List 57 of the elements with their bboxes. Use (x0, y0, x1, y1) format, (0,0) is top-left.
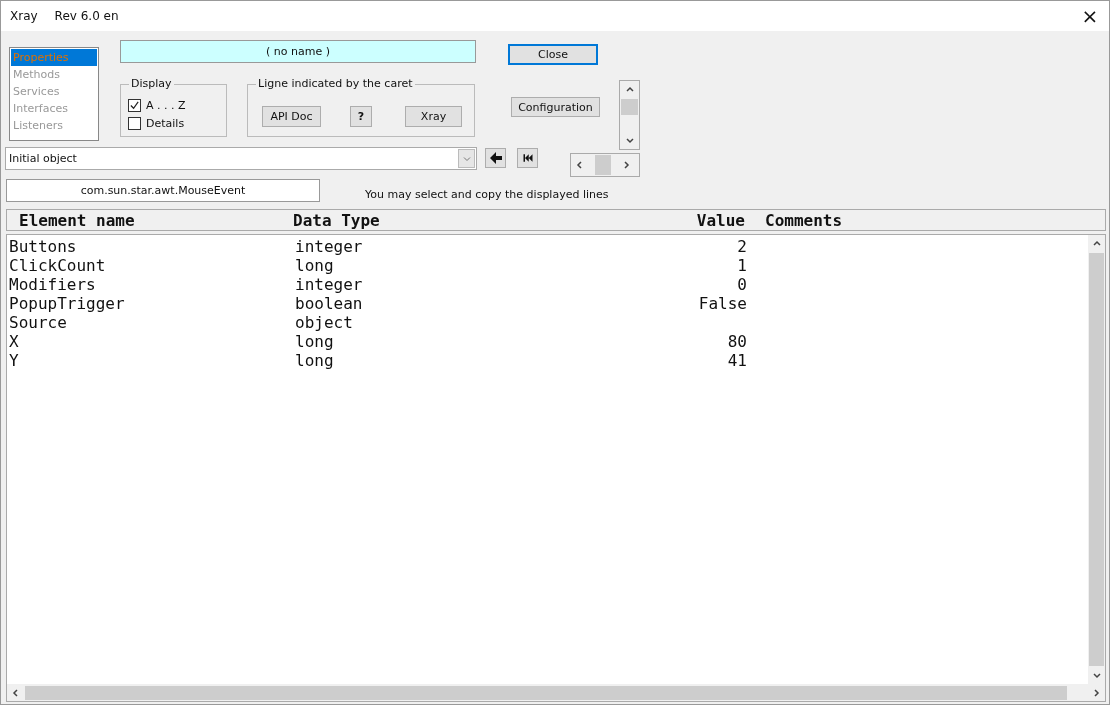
xray-button[interactable]: Xray (405, 106, 462, 127)
table-cell-text: Buttons (9, 237, 78, 256)
table-cell-text: Y (9, 351, 20, 370)
help-button[interactable]: ? (350, 106, 372, 127)
api-doc-button[interactable]: API Doc (262, 106, 321, 127)
configuration-button[interactable]: Configuration (511, 97, 600, 117)
scroll-thumb[interactable] (621, 99, 638, 115)
table-cell-text: object (295, 313, 354, 332)
checkbox-label: A . . . Z (146, 98, 186, 112)
type-name-field: com.sun.star.awt.MouseEvent (6, 179, 320, 202)
table-cell-text: 2 (736, 237, 747, 256)
checkbox[interactable] (128, 98, 141, 112)
back-arrow-button[interactable] (485, 148, 506, 168)
table-cell-text: long (295, 256, 335, 275)
group-label: Ligne indicated by the caret (256, 77, 415, 90)
table-cell-text: long (295, 351, 335, 370)
table-cell-text: 0 (736, 275, 747, 294)
skip-to-start-icon (521, 152, 534, 164)
scroll-thumb[interactable] (1089, 253, 1104, 666)
horizontal-scrollbar[interactable] (6, 684, 1106, 702)
first-button[interactable] (517, 148, 538, 168)
table-cell-text: boolean (295, 294, 364, 313)
table-cell-text: Modifiers (9, 275, 97, 294)
scroll-thumb[interactable] (595, 155, 611, 175)
checkbox-label: Details (146, 116, 185, 130)
table-cell-text: Source (9, 313, 68, 332)
table-cell-text: X (9, 332, 20, 351)
table-cell-text: integer (295, 237, 364, 256)
column-header: Data Type (293, 210, 381, 230)
close-icon[interactable]: × (1075, 4, 1105, 28)
chevron-right-icon[interactable] (1091, 687, 1101, 698)
table-cell-text: False (697, 294, 747, 313)
close-button[interactable]: Close (508, 44, 598, 65)
group-label: Display (129, 77, 174, 90)
column-header: Comments (765, 210, 843, 230)
table-cell-text: integer (295, 275, 364, 294)
chevron-left-icon[interactable] (11, 687, 21, 698)
chevron-right-icon[interactable] (621, 160, 631, 170)
table-cell-text: ClickCount (9, 256, 107, 275)
chevron-down-icon[interactable] (1091, 670, 1102, 680)
checkbox[interactable] (128, 116, 141, 130)
object-dropdown[interactable]: Initial object (5, 147, 477, 170)
window-title: Xray (10, 9, 38, 23)
table-cell-text: 1 (736, 256, 747, 275)
hint-text: You may select and copy the displayed lines (365, 188, 609, 201)
chevron-down-icon[interactable] (624, 135, 635, 145)
table-cell-text: PopupTrigger (9, 294, 126, 313)
column-header: Value (695, 210, 745, 230)
table-cell-text: long (295, 332, 335, 351)
vertical-scrollbar[interactable] (1088, 235, 1105, 684)
object-name-field: ( no name ) (120, 40, 476, 63)
column-header: Element name (19, 210, 136, 230)
table-cell-text: 80 (726, 332, 747, 351)
chevron-left-icon[interactable] (575, 160, 585, 170)
table-cell-text: 41 (726, 351, 747, 370)
window-subtitle: Rev 6.0 en (54, 9, 119, 23)
scroll-thumb[interactable] (25, 685, 1067, 700)
